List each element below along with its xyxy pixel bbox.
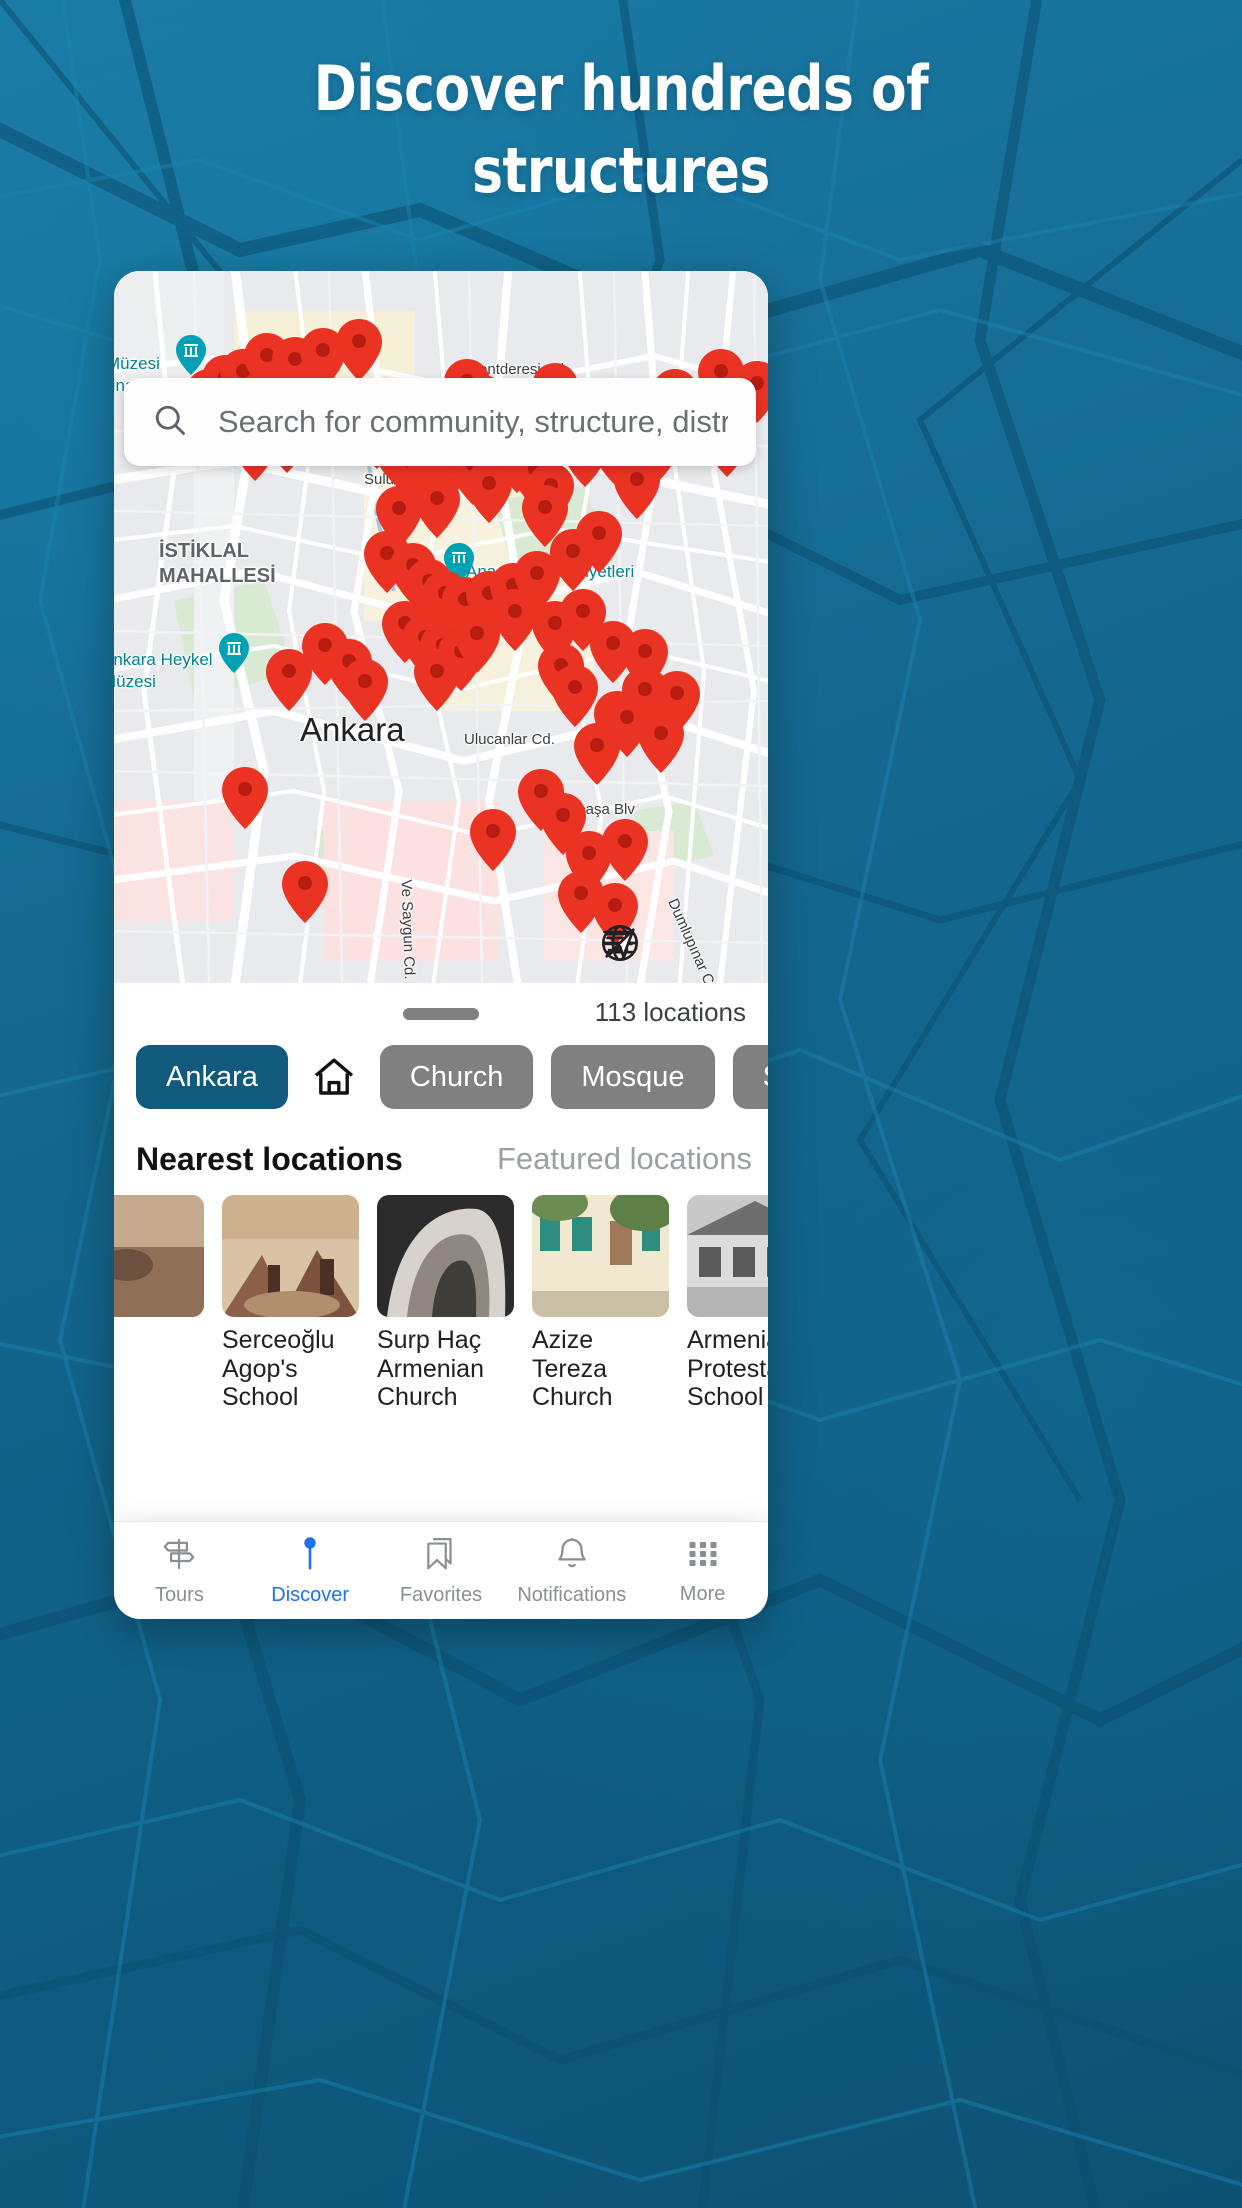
nav-item-favorites[interactable]: Favorites bbox=[376, 1522, 507, 1619]
map-pin[interactable] bbox=[414, 649, 460, 711]
grid-icon bbox=[685, 1536, 721, 1577]
filter-chip-ankara[interactable]: Ankara bbox=[136, 1045, 288, 1109]
location-title: Serceoğlu Agop's School bbox=[222, 1326, 335, 1411]
map-controls[interactable] bbox=[600, 923, 750, 969]
nav-label: Favorites bbox=[399, 1583, 483, 1606]
headline-line-2: structures bbox=[472, 134, 770, 208]
location-card[interactable]: Serceoğlu Agop's School bbox=[222, 1195, 359, 1443]
location-thumbnail bbox=[377, 1195, 514, 1317]
map-pin[interactable] bbox=[342, 659, 388, 721]
nav-item-discover[interactable]: Discover bbox=[245, 1522, 376, 1619]
location-title: Surp Haç Armenian Church bbox=[377, 1326, 484, 1411]
map-pin[interactable] bbox=[552, 665, 598, 727]
map-pin[interactable] bbox=[604, 695, 650, 757]
map-pin[interactable] bbox=[470, 809, 516, 871]
nav-label: Discover bbox=[271, 1583, 350, 1606]
search-icon bbox=[152, 402, 188, 443]
location-thumbnail bbox=[687, 1195, 768, 1317]
nav-item-notifications[interactable]: Notifications bbox=[506, 1522, 637, 1619]
museum-poi-icon[interactable] bbox=[219, 633, 249, 673]
home-icon[interactable] bbox=[306, 1045, 362, 1109]
sheet-drag-handle[interactable] bbox=[403, 1008, 479, 1020]
filter-chip-synagogue[interactable]: Synagogue bbox=[732, 1045, 768, 1109]
location-card[interactable]: am bbox=[114, 1195, 204, 1443]
tab-nearest-locations[interactable]: Nearest locations bbox=[136, 1141, 403, 1178]
location-count: 113 locations bbox=[594, 997, 746, 1027]
filter-chip-row[interactable]: Ankara Church Mosque Synagogue bbox=[114, 1041, 768, 1113]
tab-featured-locations[interactable]: Featured locations bbox=[497, 1141, 752, 1177]
phone-mockup: Bentderesi Cd. Atatürk Blv. Suluhan Cami… bbox=[114, 271, 768, 1619]
bottom-navigation[interactable]: Tours Discover Favorites Notifications M… bbox=[114, 1521, 768, 1619]
bell-icon bbox=[553, 1535, 591, 1578]
nav-label: More bbox=[679, 1582, 726, 1605]
location-title: am bbox=[114, 1326, 204, 1355]
location-card[interactable]: Azize Tereza Church bbox=[532, 1195, 669, 1443]
nav-label: Notifications bbox=[517, 1583, 627, 1606]
filter-chip-church[interactable]: Church bbox=[379, 1045, 534, 1109]
signpost-icon bbox=[160, 1535, 198, 1578]
map-pin[interactable] bbox=[602, 819, 648, 881]
location-title: Armenian Protestant School bbox=[687, 1326, 768, 1411]
location-card-list[interactable]: am Serceoğlu Agop's School Surp Haç Arme… bbox=[114, 1195, 768, 1443]
search-input[interactable]: Search for community, structure, distric bbox=[218, 404, 728, 440]
filter-chip-mosque[interactable]: Mosque bbox=[551, 1045, 715, 1109]
location-thumbnail bbox=[222, 1195, 359, 1317]
location-thumbnail bbox=[532, 1195, 669, 1317]
map-pin[interactable] bbox=[266, 649, 312, 711]
location-card[interactable]: Armenian Protestant School bbox=[687, 1195, 768, 1443]
map-pin-icon bbox=[291, 1535, 329, 1578]
headline-line-1: Discover hundreds of bbox=[313, 52, 929, 125]
location-card[interactable]: Surp Haç Armenian Church bbox=[377, 1195, 514, 1443]
layers-icon[interactable] bbox=[603, 923, 698, 969]
location-title: Azize Tereza Church bbox=[532, 1326, 613, 1411]
map-pin[interactable] bbox=[222, 767, 268, 829]
map-pin[interactable] bbox=[336, 319, 382, 381]
nav-item-more[interactable]: More bbox=[637, 1522, 768, 1619]
location-thumbnail bbox=[114, 1195, 204, 1317]
compass-icon[interactable] bbox=[605, 923, 750, 969]
nav-label: Tours bbox=[154, 1583, 204, 1606]
search-bar[interactable]: Search for community, structure, distric bbox=[124, 378, 756, 466]
bookmark-icon bbox=[422, 1535, 460, 1578]
bottom-sheet: 113 locations Ankara Church Mosque Synag… bbox=[114, 983, 768, 1521]
map-pin[interactable] bbox=[576, 511, 622, 573]
section-tabs[interactable]: Nearest locations Featured locations bbox=[114, 1131, 768, 1187]
nav-item-tours[interactable]: Tours bbox=[114, 1522, 245, 1619]
page-title: Discover hundreds of structures bbox=[43, 48, 1198, 213]
map-pin[interactable] bbox=[282, 861, 328, 923]
